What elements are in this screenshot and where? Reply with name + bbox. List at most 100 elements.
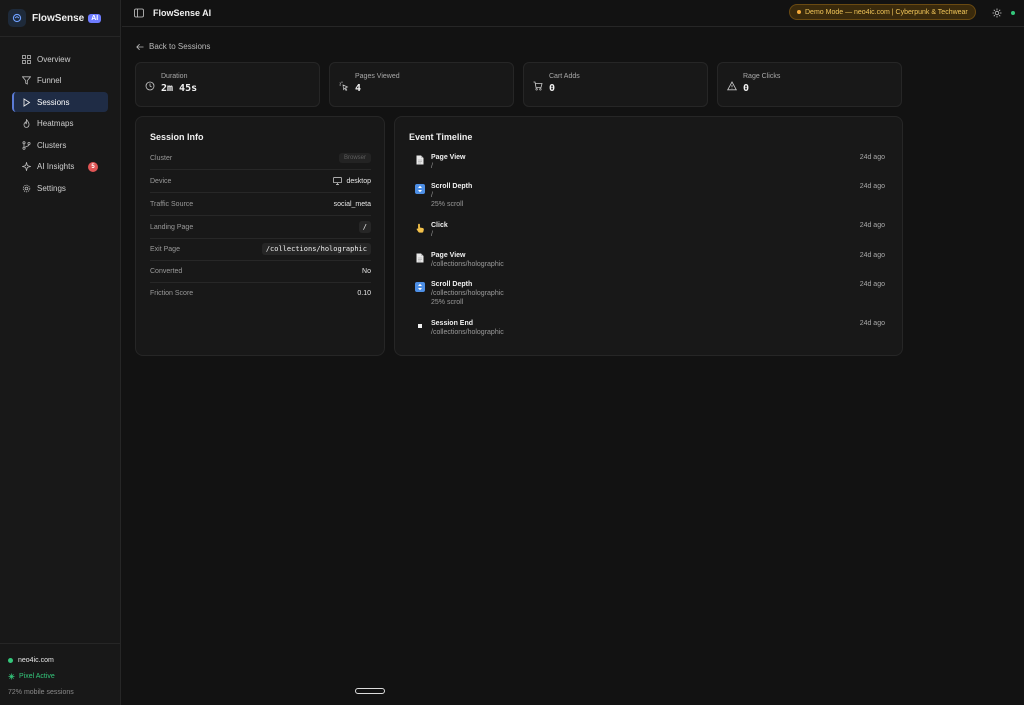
info-row-cluster: Cluster Browser bbox=[150, 147, 371, 170]
topbar: FlowSense AI Demo Mode — neo4ic.com | Cy… bbox=[122, 0, 1024, 27]
sidebar-footer: neo4ic.com Pixel Active 72% mobile sessi… bbox=[0, 643, 121, 705]
stat-label: Duration bbox=[161, 73, 188, 80]
event-time: 24d ago bbox=[859, 222, 885, 229]
sidebar-nav: Overview Funnel Sessions Heatmaps Cluste… bbox=[0, 37, 120, 199]
event-path: /collections/holographic bbox=[431, 329, 504, 336]
stat-label: Pages Viewed bbox=[355, 73, 400, 80]
sidebar-item-settings[interactable]: Settings bbox=[12, 179, 108, 199]
funnel-icon bbox=[21, 76, 31, 86]
info-value: desktop bbox=[346, 177, 371, 185]
info-row-friction-score: Friction Score 0.10 bbox=[150, 282, 371, 305]
monitor-icon bbox=[333, 177, 343, 185]
event-path: /collections/holographic bbox=[431, 290, 504, 297]
landing-page-code: / bbox=[358, 221, 371, 233]
event-time: 24d ago bbox=[859, 252, 885, 259]
exit-page-code: /collections/holographic bbox=[261, 243, 371, 255]
clock-icon bbox=[145, 81, 155, 91]
sidebar-item-ai-insights[interactable]: AI Insights 5 bbox=[12, 157, 108, 177]
info-value: 0.10 bbox=[357, 290, 371, 297]
event-time: 24d ago bbox=[859, 154, 885, 161]
warning-icon bbox=[727, 81, 737, 91]
event-timeline-card: Event Timeline Page View / 24d ago Scrol… bbox=[394, 116, 903, 356]
event-timeline-title: Event Timeline bbox=[409, 132, 473, 142]
info-key: Exit Page bbox=[150, 245, 180, 253]
info-key: Converted bbox=[150, 267, 183, 275]
session-info-card: Session Info Cluster Browser Device desk… bbox=[135, 116, 385, 356]
brand[interactable]: FlowSense AI bbox=[0, 0, 120, 37]
sidebar-item-clusters[interactable]: Clusters bbox=[12, 135, 108, 155]
flame-icon bbox=[21, 119, 31, 129]
back-to-sessions-link[interactable]: Back to Sessions bbox=[136, 42, 210, 51]
cart-icon bbox=[533, 81, 543, 91]
sidebar-item-label: Clusters bbox=[37, 140, 67, 150]
page-icon bbox=[415, 155, 425, 165]
sidebar-item-label: AI Insights bbox=[37, 162, 75, 172]
page-icon bbox=[415, 253, 425, 263]
event-detail: 25% scroll bbox=[431, 299, 464, 306]
stat-value: 0 bbox=[743, 83, 750, 94]
back-link-label: Back to Sessions bbox=[149, 42, 211, 51]
sidebar-item-label: Funnel bbox=[37, 76, 62, 86]
stat-value: 0 bbox=[549, 83, 556, 94]
site-domain: neo4ic.com bbox=[18, 656, 54, 664]
stat-value: 4 bbox=[355, 83, 362, 94]
event-path: /collections/holographic bbox=[431, 261, 504, 268]
stat-label: Cart Adds bbox=[549, 73, 580, 80]
info-key: Friction Score bbox=[150, 290, 194, 297]
stat-card-duration: Duration 2m 45s bbox=[135, 62, 320, 107]
brand-name: FlowSense bbox=[32, 12, 85, 24]
cluster-chip: Browser bbox=[338, 153, 371, 163]
demo-dot-icon bbox=[797, 10, 801, 14]
flowsense-logo-icon bbox=[8, 9, 26, 27]
sidebar-item-label: Overview bbox=[37, 54, 71, 64]
info-value: social_meta bbox=[333, 200, 371, 208]
sparkle-icon bbox=[21, 162, 31, 172]
demo-mode-label: Demo Mode — neo4ic.com | Cyberpunk & Tec… bbox=[805, 8, 968, 16]
pixel-status-label: Pixel Active bbox=[19, 672, 55, 680]
event-time: 24d ago bbox=[859, 281, 885, 288]
click-icon bbox=[415, 223, 425, 233]
event-title: Page View bbox=[431, 252, 466, 259]
stat-card-rage-clicks: Rage Clicks 0 bbox=[717, 62, 902, 107]
brand-ai-badge: AI bbox=[88, 13, 102, 23]
event-title: Session End bbox=[431, 320, 474, 327]
stat-label: Rage Clicks bbox=[743, 73, 781, 80]
sidebar-item-overview[interactable]: Overview bbox=[12, 49, 108, 69]
sidebar: FlowSense AI Overview Funnel Sessions He… bbox=[0, 0, 121, 705]
stat-value: 2m 45s bbox=[161, 83, 198, 94]
stat-card-cart-adds: Cart Adds 0 bbox=[523, 62, 708, 107]
arrow-left-icon bbox=[136, 43, 144, 51]
demo-mode-badge[interactable]: Demo Mode — neo4ic.com | Cyberpunk & Tec… bbox=[789, 4, 976, 20]
info-row-device: Device desktop bbox=[150, 170, 371, 193]
window-title: FlowSense AI bbox=[153, 8, 212, 18]
sidebar-toggle-icon[interactable] bbox=[134, 8, 144, 18]
sidebar-item-heatmaps[interactable]: Heatmaps bbox=[12, 114, 108, 134]
insights-count-badge: 5 bbox=[88, 161, 98, 172]
branch-icon bbox=[21, 140, 31, 150]
sidebar-item-funnel[interactable]: Funnel bbox=[12, 71, 108, 91]
scroll-icon bbox=[415, 184, 425, 194]
play-icon bbox=[21, 97, 31, 107]
event-time: 24d ago bbox=[859, 183, 885, 190]
event-time: 24d ago bbox=[859, 320, 885, 327]
connection-status-dot bbox=[1011, 11, 1015, 15]
sun-icon[interactable] bbox=[992, 8, 1002, 18]
info-row-traffic-source: Traffic Source social_meta bbox=[150, 193, 371, 216]
event-path: / bbox=[431, 231, 433, 238]
pixel-icon bbox=[8, 673, 15, 680]
info-key: Landing Page bbox=[150, 223, 194, 231]
info-key: Device bbox=[150, 177, 172, 185]
cursor-click-icon bbox=[339, 81, 349, 91]
info-row-exit-page: Exit Page /collections/holographic bbox=[150, 238, 371, 261]
mobile-share-label: 72% mobile sessions bbox=[8, 688, 74, 696]
event-path: / bbox=[431, 163, 433, 170]
stat-card-pages-viewed: Pages Viewed 4 bbox=[329, 62, 514, 107]
sidebar-item-sessions[interactable]: Sessions bbox=[12, 92, 108, 113]
session-info-title: Session Info bbox=[150, 132, 204, 142]
mobile-share: 72% mobile sessions bbox=[8, 684, 113, 700]
event-detail: 25% scroll bbox=[431, 201, 464, 208]
online-dot-icon bbox=[8, 657, 13, 663]
gear-icon bbox=[21, 184, 31, 194]
scroll-handle[interactable] bbox=[355, 688, 385, 694]
info-value: No bbox=[362, 267, 371, 275]
